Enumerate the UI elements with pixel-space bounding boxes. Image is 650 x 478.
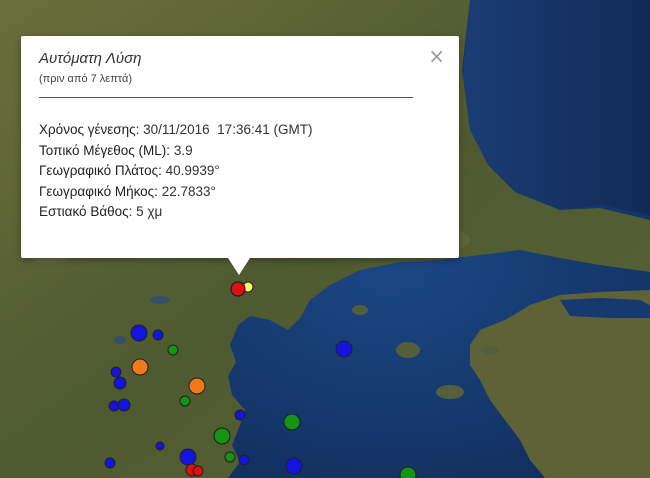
marker-blue: [117, 398, 131, 412]
divider: [39, 97, 413, 98]
marker-blue: [130, 324, 148, 342]
magnitude-value: 3.9: [173, 142, 193, 158]
marker-red: [192, 465, 204, 477]
latitude-row: Γεωγραφικό Πλάτος: 40.9939°: [39, 161, 312, 182]
latitude-value: 40.9939°: [165, 163, 220, 178]
longitude-label: Γεωγραφικό Μήκος:: [39, 183, 158, 199]
marker-blue: [108, 400, 120, 412]
close-icon[interactable]: ×: [428, 46, 445, 66]
marker-blue: [155, 441, 165, 451]
popup-subtitle: (πριν από 7 λεπτά): [39, 73, 133, 85]
marker-blue: [104, 457, 116, 469]
depth-label: Εστιακό Βάθος:: [39, 204, 133, 219]
marker-blue: [234, 409, 246, 421]
marker-blue: [179, 448, 197, 466]
marker-orange: [188, 377, 206, 395]
marker-blue: [152, 329, 164, 341]
origin-time-value: 30/11/2016 17:36:41 (GMT): [143, 122, 313, 137]
depth-row: Εστιακό Βάθος: 5 χμ: [39, 202, 312, 223]
marker-green: [167, 344, 179, 356]
marker-red-selected: [230, 281, 246, 297]
marker-green: [283, 413, 301, 431]
marker-green: [399, 466, 417, 478]
marker-green: [224, 451, 236, 463]
marker-blue: [113, 376, 127, 390]
marker-blue: [335, 340, 353, 358]
longitude-value: 22.7833°: [161, 183, 216, 199]
popup-title: Αυτόματη Λύση: [39, 50, 142, 67]
depth-value: 5 χμ: [136, 204, 163, 219]
marker-blue: [110, 366, 122, 378]
marker-green: [213, 427, 231, 445]
marker-blue: [238, 454, 250, 466]
marker-blue: [285, 457, 303, 475]
earthquake-details: Χρόνος γένεσης: 30/11/2016 17:36:41 (GMT…: [39, 120, 312, 223]
popup-pointer: [228, 258, 250, 275]
marker-orange: [131, 358, 149, 376]
marker-green: [179, 395, 191, 407]
info-window: × Αυτόματη Λύση (πριν από 7 λεπτά) Χρόνο…: [21, 36, 459, 258]
origin-time-label: Χρόνος γένεσης:: [39, 122, 140, 137]
magnitude-row: Τοπικό Μέγεθος (ML): 3.9: [39, 141, 312, 162]
latitude-label: Γεωγραφικό Πλάτος:: [39, 163, 162, 178]
magnitude-label: Τοπικό Μέγεθος (ML):: [39, 142, 171, 158]
longitude-row: Γεωγραφικό Μήκος: 22.7833°: [39, 182, 312, 203]
origin-time-row: Χρόνος γένεσης: 30/11/2016 17:36:41 (GMT…: [39, 120, 312, 141]
